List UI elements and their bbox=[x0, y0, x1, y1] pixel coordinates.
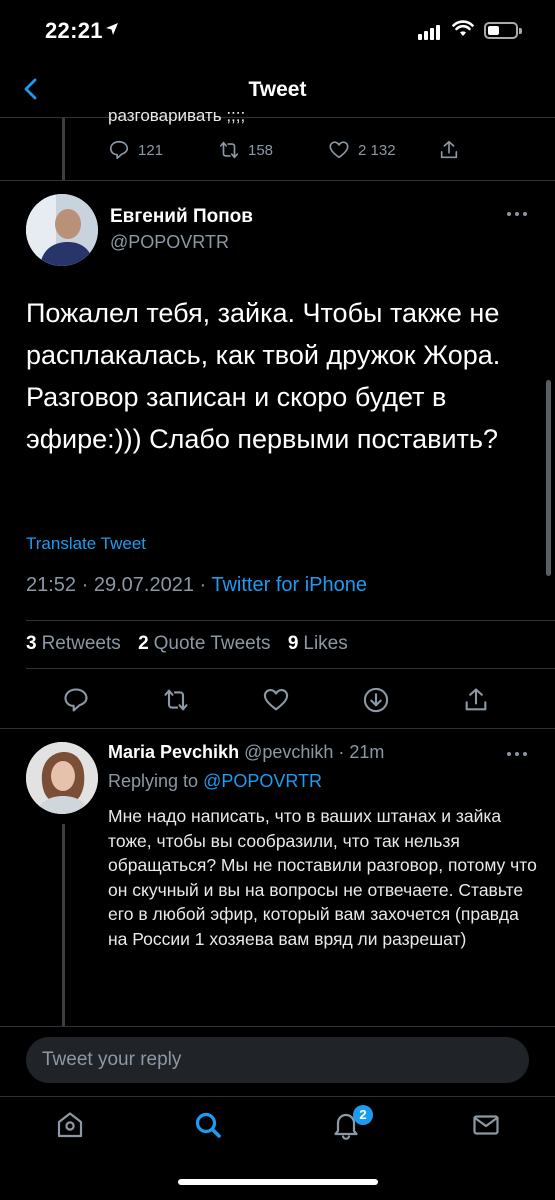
avatar[interactable] bbox=[26, 742, 98, 814]
reply-icon bbox=[109, 140, 129, 160]
search-icon[interactable] bbox=[192, 1109, 224, 1141]
messages-envelope-icon[interactable] bbox=[470, 1109, 502, 1141]
cellular-signal-icon bbox=[418, 22, 442, 40]
location-arrow-icon bbox=[106, 23, 118, 35]
divider bbox=[0, 180, 555, 181]
tweet-text: Пожалел тебя, зайка. Чтобы также не расп… bbox=[26, 298, 501, 454]
previous-tweet[interactable]: разговаривать ;;;; 121 158 2 132 bbox=[0, 106, 555, 180]
quote-tweets-stat[interactable]: 2 Quote Tweets bbox=[138, 633, 270, 654]
retweets-count: 3 bbox=[26, 633, 37, 654]
share-action[interactable] bbox=[438, 139, 468, 161]
main-tweet-actions bbox=[0, 680, 555, 720]
reply-icon[interactable] bbox=[62, 686, 90, 714]
reply-time: 21m bbox=[349, 742, 385, 762]
tweet-source-link[interactable]: Twitter for iPhone bbox=[211, 574, 367, 596]
tweet-timestamp: 21:52 · 29.07.2021 · Twitter for iPhone bbox=[26, 574, 367, 597]
reply-author-name[interactable]: Maria Pevchikh bbox=[108, 742, 239, 762]
previous-tweet-text: разговаривать ;;;; bbox=[108, 106, 246, 125]
reply-author-handle[interactable]: @pevchikh bbox=[244, 742, 333, 762]
heart-icon[interactable] bbox=[262, 686, 290, 714]
wifi-icon bbox=[452, 20, 474, 36]
tweet-time: 21:52 bbox=[26, 574, 77, 596]
retweet-action[interactable]: 158 bbox=[218, 139, 328, 161]
more-options-icon[interactable] bbox=[506, 750, 528, 758]
engagement-stats: 3 Retweets 2 Quote Tweets 9 Likes bbox=[26, 633, 360, 655]
quote-tweets-count: 2 bbox=[138, 633, 149, 654]
tab-bar: 2 bbox=[0, 1096, 555, 1200]
replying-to-handle[interactable]: @POPOVRTR bbox=[203, 771, 322, 791]
retweets-label: Retweets bbox=[41, 633, 121, 654]
reply-input[interactable] bbox=[26, 1037, 529, 1083]
quote-tweets-label: Quote Tweets bbox=[153, 633, 271, 654]
reply-action[interactable]: 121 bbox=[108, 139, 218, 161]
likes-label: Likes bbox=[303, 633, 348, 654]
meta-separator: · bbox=[333, 742, 350, 762]
divider bbox=[26, 668, 555, 669]
retweets-stat[interactable]: 3 Retweets bbox=[26, 633, 121, 654]
share-icon bbox=[440, 140, 458, 159]
header: Tweet bbox=[0, 60, 555, 118]
download-icon[interactable] bbox=[362, 686, 390, 714]
heart-icon bbox=[329, 141, 349, 159]
reply-composer bbox=[0, 1026, 555, 1096]
status-time: 22:21 bbox=[45, 18, 103, 43]
replying-to: Replying to @POPOVRTR bbox=[108, 771, 322, 792]
likes-stat[interactable]: 9 Likes bbox=[288, 633, 348, 654]
avatar[interactable] bbox=[26, 194, 98, 266]
divider bbox=[26, 620, 555, 621]
previous-tweet-actions: 121 158 2 132 bbox=[108, 136, 468, 164]
battery-icon bbox=[484, 22, 522, 39]
like-action[interactable]: 2 132 bbox=[328, 139, 438, 161]
author-handle[interactable]: @POPOVRTR bbox=[110, 232, 229, 253]
retweet-icon bbox=[219, 141, 239, 159]
tweet-date: 29.07.2021 bbox=[93, 574, 194, 596]
home-icon[interactable] bbox=[54, 1109, 86, 1141]
notifications-badge: 2 bbox=[353, 1105, 373, 1125]
thread-line bbox=[62, 118, 65, 180]
translate-tweet-link[interactable]: Translate Tweet bbox=[26, 534, 146, 554]
scrollbar[interactable] bbox=[546, 380, 551, 576]
reply-text: Мне надо написать, что в ваших штанах и … bbox=[108, 806, 537, 949]
like-count: 2 132 bbox=[358, 141, 396, 159]
retweet-icon[interactable] bbox=[162, 686, 190, 714]
likes-count: 9 bbox=[287, 633, 299, 654]
replying-prefix: Replying to bbox=[108, 771, 199, 791]
thread-line bbox=[62, 824, 65, 1028]
reply-header: Maria Pevchikh @pevchikh · 21m bbox=[108, 742, 384, 763]
meta-separator: · bbox=[199, 574, 212, 596]
reply-count: 121 bbox=[138, 141, 164, 159]
more-options-icon[interactable] bbox=[506, 210, 528, 218]
retweet-count: 158 bbox=[248, 141, 274, 159]
author-name[interactable]: Евгений Попов bbox=[110, 206, 253, 228]
reply-tweet[interactable]: Maria Pevchikh @pevchikh · 21m Replying … bbox=[0, 728, 555, 1028]
status-bar: 22:21 bbox=[0, 0, 555, 60]
page-title: Tweet bbox=[248, 78, 307, 101]
meta-separator: · bbox=[81, 574, 94, 596]
home-indicator bbox=[178, 1179, 378, 1185]
share-icon[interactable] bbox=[462, 686, 490, 714]
